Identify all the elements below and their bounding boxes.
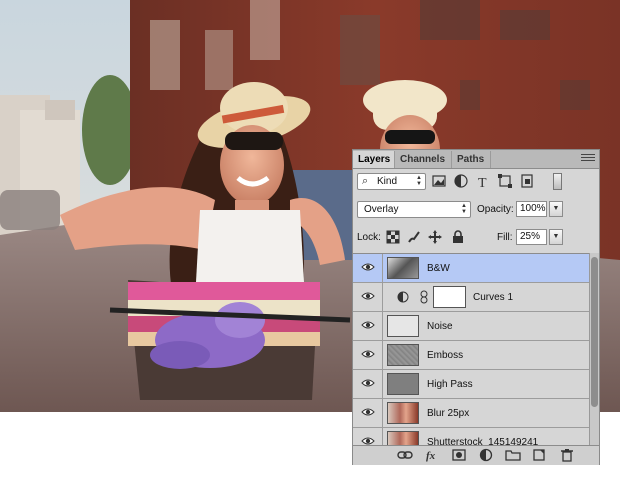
chevron-updown-icon: ▲ ▼ xyxy=(461,203,467,215)
filter-toggle-switch[interactable] xyxy=(553,173,562,190)
svg-text:T: T xyxy=(478,176,487,189)
opacity-label: Opacity: xyxy=(477,204,514,215)
layer-thumbnail xyxy=(387,373,419,395)
eye-icon xyxy=(361,408,375,416)
visibility-toggle[interactable] xyxy=(353,428,383,446)
visibility-toggle[interactable] xyxy=(353,312,383,340)
layer-row-noise[interactable]: Noise xyxy=(353,312,589,341)
layer-name: Emboss xyxy=(427,350,464,361)
layer-row-bw[interactable]: B&W xyxy=(353,254,589,283)
layer-list-scrollbar[interactable] xyxy=(589,253,599,445)
blend-mode-value: Overlay xyxy=(364,204,399,215)
lock-image-pixels-icon[interactable] xyxy=(407,230,421,244)
add-mask-icon[interactable] xyxy=(451,448,467,462)
eye-icon xyxy=(361,263,375,271)
tab-layers[interactable]: Layers xyxy=(353,151,395,168)
chevron-down-icon: ▼ xyxy=(552,205,560,212)
adjustment-layer-icon xyxy=(397,291,409,303)
filter-shape-icon[interactable] xyxy=(497,173,513,189)
search-icon: ⌕ xyxy=(362,175,369,187)
layer-name: Curves 1 xyxy=(473,292,514,303)
filter-pixel-icon[interactable] xyxy=(431,173,447,189)
new-group-icon[interactable] xyxy=(505,448,521,462)
fx-icon[interactable]: fx xyxy=(425,448,441,462)
panel-tab-bar: Layers Channels Paths xyxy=(353,150,599,169)
layer-thumbnail xyxy=(387,257,419,279)
tab-paths[interactable]: Paths xyxy=(452,151,491,168)
layer-name: B&W xyxy=(427,263,450,274)
layers-panel: Layers Channels Paths ⌕ Kind ▲ ▼ T Overla… xyxy=(352,149,600,465)
blend-mode-select[interactable]: Overlay ▲ ▼ xyxy=(357,201,471,218)
visibility-toggle[interactable] xyxy=(353,283,383,311)
opacity-field[interactable]: 100% xyxy=(516,201,547,217)
chain-link-icon[interactable] xyxy=(420,290,428,304)
visibility-toggle[interactable] xyxy=(353,341,383,369)
layer-row-high-pass[interactable]: High Pass xyxy=(353,370,589,399)
layer-name: High Pass xyxy=(427,379,473,390)
eye-icon xyxy=(361,379,375,387)
blend-mode-row: Overlay ▲ ▼ Opacity: 100% ▼ xyxy=(353,199,599,221)
layer-thumbnail xyxy=(387,402,419,424)
layer-mask-thumbnail xyxy=(433,286,466,308)
tab-channels[interactable]: Channels xyxy=(395,151,452,168)
adjustment-layer-icon[interactable] xyxy=(479,448,495,462)
link-layers-icon[interactable] xyxy=(397,448,413,462)
opacity-dropdown-button[interactable]: ▼ xyxy=(549,201,563,217)
lock-position-icon[interactable] xyxy=(428,230,442,244)
panel-menu-icon[interactable] xyxy=(581,154,595,164)
visibility-toggle[interactable] xyxy=(353,370,383,398)
trash-icon[interactable] xyxy=(559,448,575,462)
filter-smart-object-icon[interactable] xyxy=(519,173,535,189)
layer-row-emboss[interactable]: Emboss xyxy=(353,341,589,370)
lock-label: Lock: xyxy=(357,232,381,243)
scrollbar-thumb[interactable] xyxy=(591,257,598,407)
layer-row-curves[interactable]: Curves 1 xyxy=(353,283,589,312)
visibility-toggle[interactable] xyxy=(353,254,383,282)
new-layer-icon[interactable] xyxy=(531,448,547,462)
layer-list: B&W Curves 1 Noise Emboss High Pass Blur… xyxy=(353,253,589,446)
layer-thumbnail xyxy=(387,344,419,366)
layer-row-blur[interactable]: Blur 25px xyxy=(353,399,589,428)
lock-all-icon[interactable] xyxy=(451,230,465,244)
fill-dropdown-button[interactable]: ▼ xyxy=(549,229,563,245)
fill-label: Fill: xyxy=(497,232,513,243)
lock-row: Lock: Fill: 25% ▼ xyxy=(353,227,599,249)
panel-footer: fx xyxy=(353,445,599,465)
visibility-toggle[interactable] xyxy=(353,399,383,427)
eye-icon xyxy=(361,321,375,329)
layer-row-shutterstock[interactable]: Shutterstock_145149241 xyxy=(353,428,589,446)
layer-thumbnail xyxy=(387,431,419,446)
svg-text:fx: fx xyxy=(426,450,436,462)
layer-name: Noise xyxy=(427,321,453,332)
filter-kind-value: Kind xyxy=(377,176,398,187)
filter-type-icon[interactable]: T xyxy=(475,173,491,189)
fill-field[interactable]: 25% xyxy=(516,229,547,245)
filter-adjustment-icon[interactable] xyxy=(453,173,469,189)
filter-kind-select[interactable]: ⌕ Kind ▲ ▼ xyxy=(357,173,426,190)
eye-icon xyxy=(361,350,375,358)
chevron-updown-icon: ▲ ▼ xyxy=(416,175,422,187)
layer-name: Blur 25px xyxy=(427,408,470,419)
layer-thumbnail xyxy=(387,315,419,337)
lock-transparent-pixels-icon[interactable] xyxy=(386,230,400,244)
chevron-down-icon: ▼ xyxy=(552,233,560,240)
layer-filter-row: ⌕ Kind ▲ ▼ T xyxy=(353,171,599,193)
eye-icon xyxy=(361,292,375,300)
